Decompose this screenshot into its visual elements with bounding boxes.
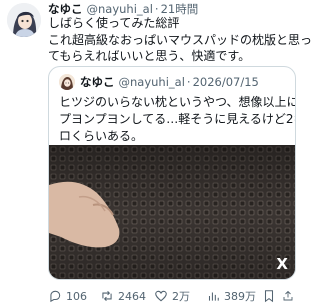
x-logo-icon: X — [276, 255, 288, 273]
retweet-icon — [102, 290, 112, 302]
retweet-button[interactable]: 2464 — [100, 289, 152, 303]
quote-text-line: ヒツジのいらない枕というやつ、想像以上に — [59, 95, 296, 109]
bookmark-button[interactable] — [262, 289, 280, 303]
quoted-tweet[interactable]: なゆこ @nayuhi_al · 2026/07/15 ヒツジのいらない枕という… — [48, 66, 296, 280]
author-avatar[interactable] — [7, 3, 41, 37]
tweet-text-line: てもらえればいいと思う、快適です。 — [48, 49, 251, 63]
reply-button[interactable]: 106 — [48, 289, 98, 303]
tweet-text-line: しばらく使ってみた総評 — [48, 16, 180, 30]
retweet-count: 2464 — [118, 289, 146, 303]
quote-text-line: ロくらいある。 — [59, 129, 144, 143]
tweet-actions: 106 2464 2万 389万 — [48, 287, 298, 305]
reply-icon — [50, 290, 61, 303]
heart-icon — [155, 290, 167, 302]
tweet-text-line: これ超高級なおっぱいマウスパッドの枕版と思っ — [48, 32, 313, 47]
share-icon — [283, 290, 293, 301]
like-button[interactable]: 2万 — [154, 288, 202, 304]
quote-header: なゆこ @nayuhi_al · 2026/07/15 — [59, 73, 289, 91]
quote-text-line: プヨンプヨンしてる…軽そうに見えるけど2キ — [59, 112, 296, 126]
author-handle[interactable]: @nayuhi_al — [87, 2, 153, 16]
like-count: 2万 — [172, 290, 190, 303]
views-chart-icon — [208, 292, 219, 301]
quote-media-image[interactable]: X — [49, 145, 295, 279]
reply-count: 106 — [66, 289, 87, 303]
separator-dot: · — [186, 75, 191, 89]
view-count: 389万 — [224, 290, 256, 303]
share-button[interactable] — [282, 289, 298, 303]
quote-text: ヒツジのいらない枕というやつ、想像以上に プヨンプヨンしてる…軽そうに見えるけど… — [59, 94, 296, 145]
tweet-text: しばらく使ってみた総評 これ超高級なおっぱいマウスパッドの枕版と思っ てもらえれ… — [48, 15, 313, 65]
bookmark-icon — [264, 290, 274, 303]
quote-date: 2026/07/15 — [192, 75, 259, 89]
quote-author-handle: @nayuhi_al — [118, 75, 185, 89]
separator-dot: · — [154, 2, 159, 16]
quote-avatar — [59, 74, 75, 90]
views-button[interactable]: 389万 — [206, 288, 260, 304]
quote-author-name: なゆこ — [80, 75, 115, 89]
